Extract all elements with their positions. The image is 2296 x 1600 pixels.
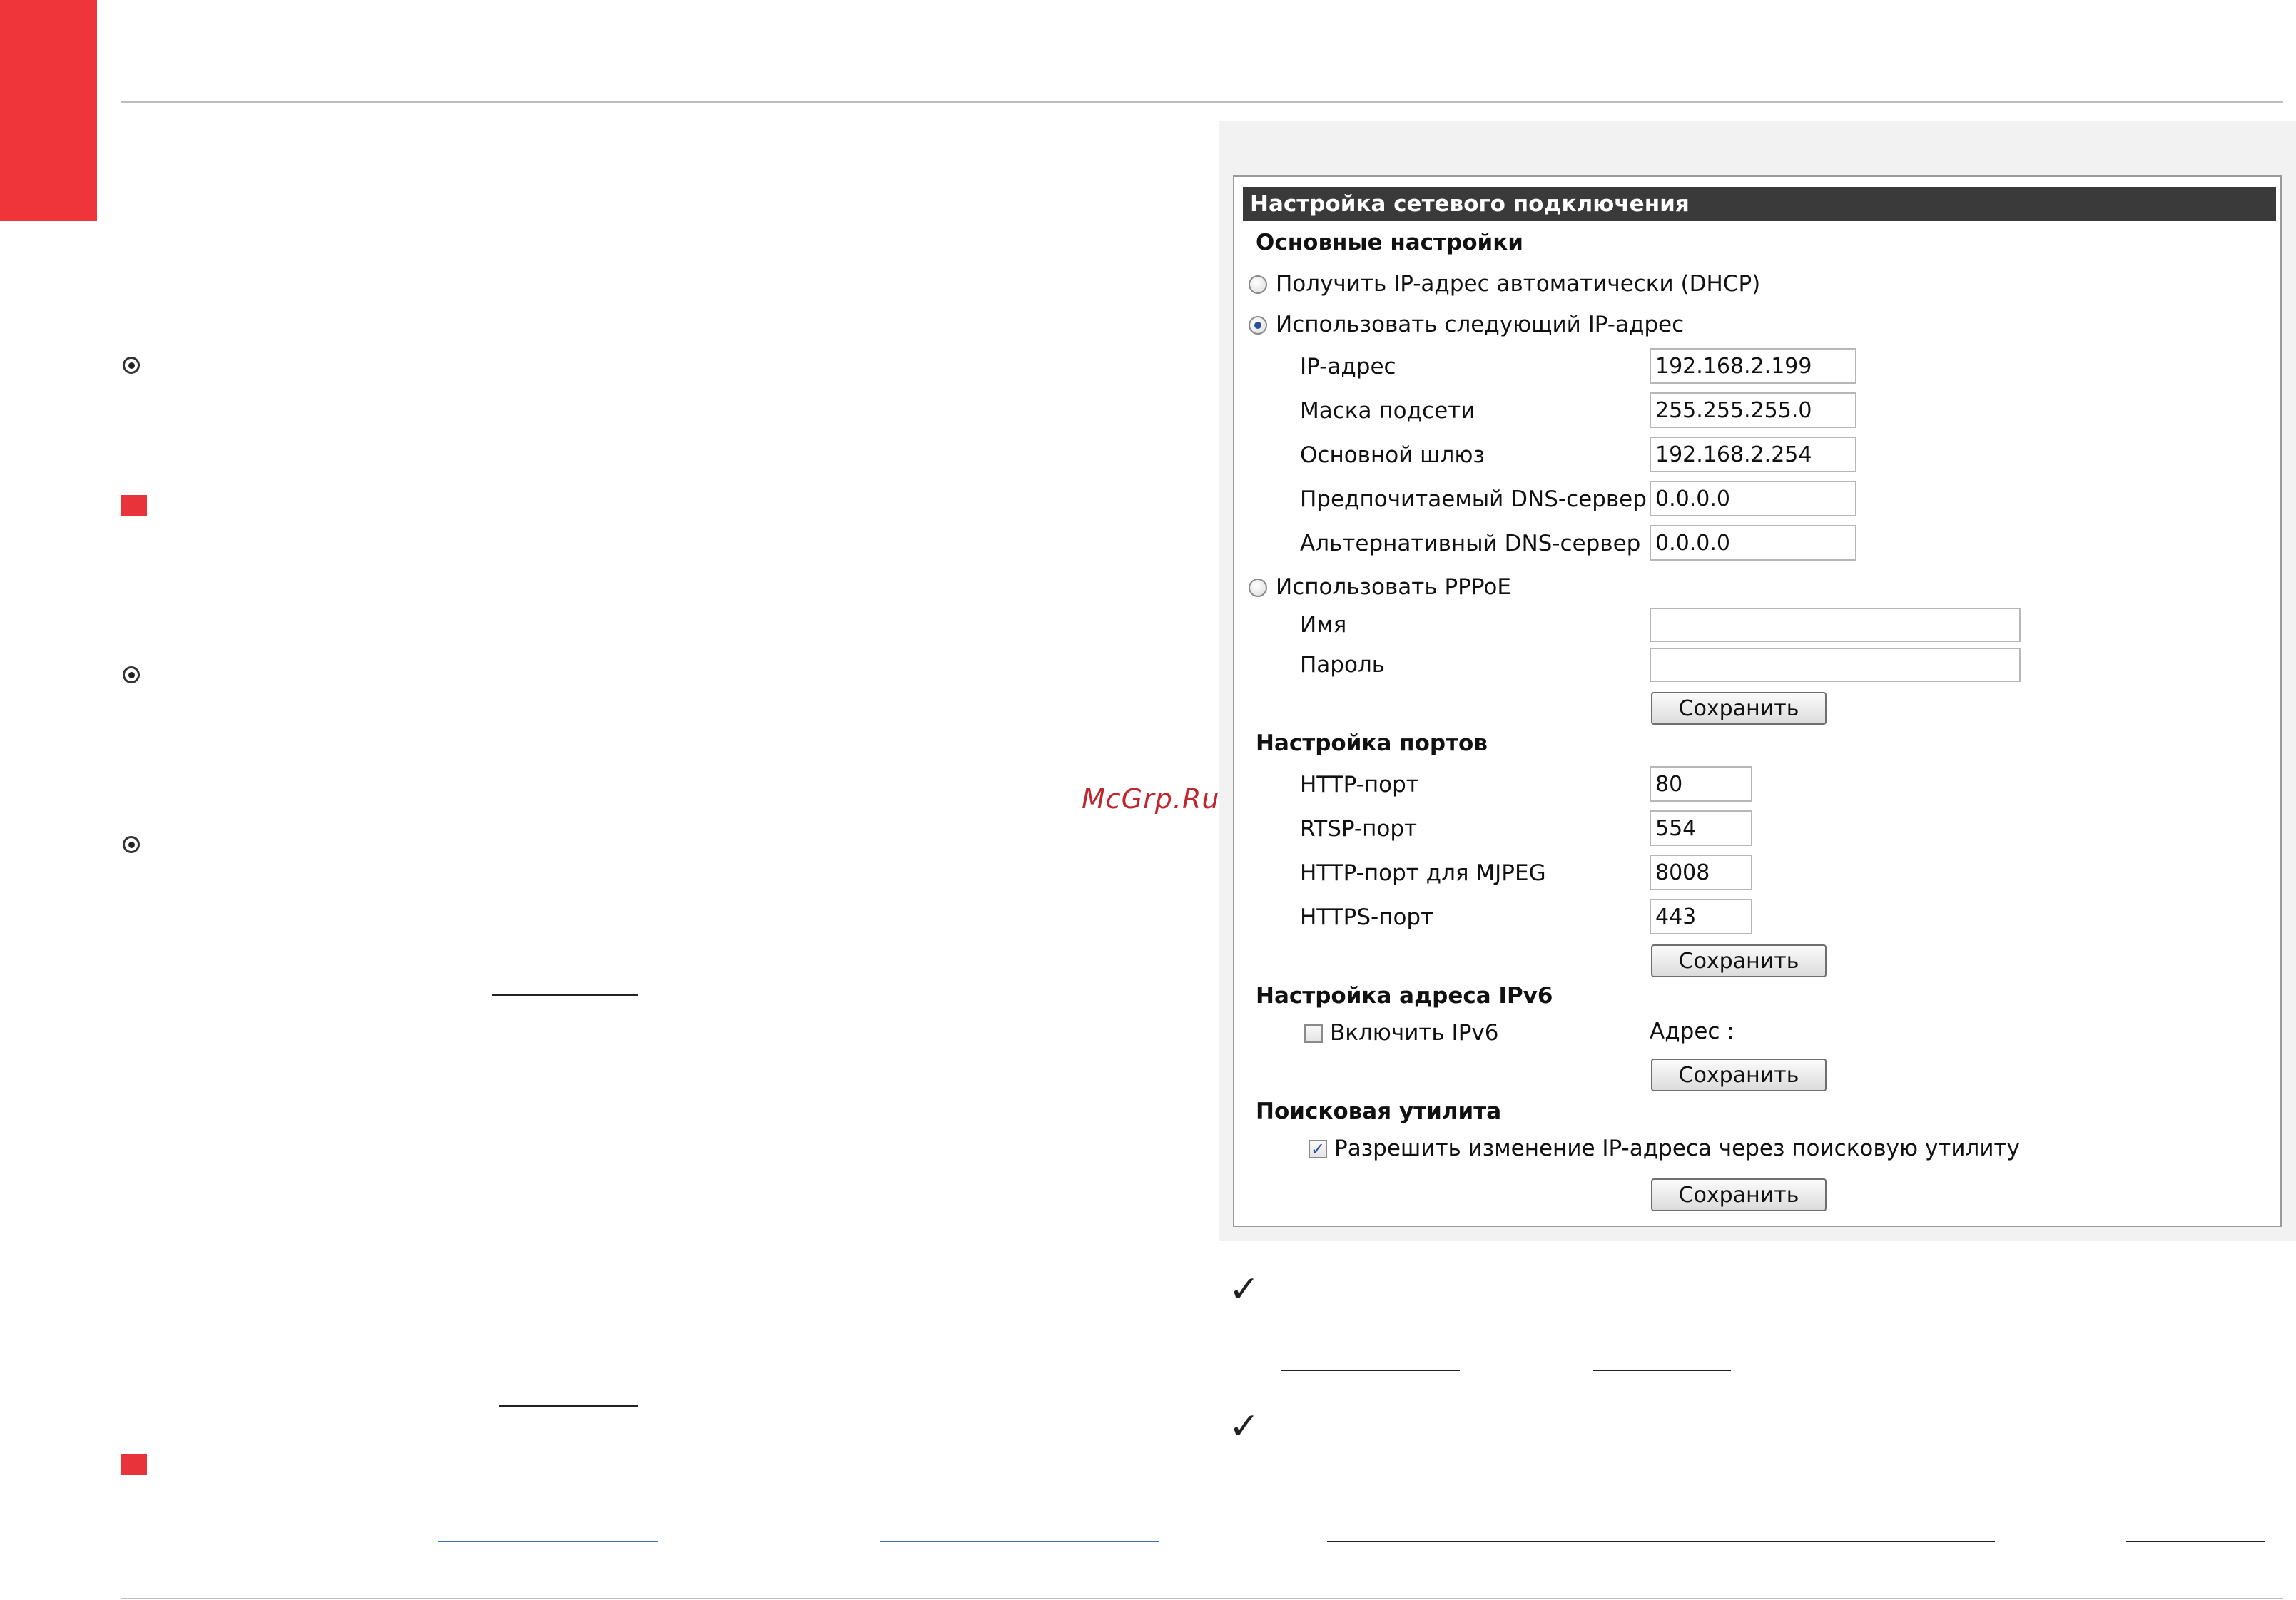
ip-address-input[interactable]: 192.168.2.199 — [1650, 348, 1856, 384]
dns1-label: Предпочитаемый DNS-сервер — [1300, 486, 1647, 512]
allow-search-label[interactable]: Разрешить изменение IP-адреса через поис… — [1334, 1136, 2020, 1161]
bullet-icon — [123, 836, 140, 853]
dhcp-label[interactable]: Получить IP-адрес автоматически (DHCP) — [1276, 271, 1760, 297]
checkmark-icon: ✓ — [1229, 1405, 1260, 1448]
rtsp-port-label: RTSP-порт — [1300, 816, 1418, 842]
pppoe-password-label: Пароль — [1300, 652, 1386, 678]
static-ip-radio[interactable] — [1249, 316, 1267, 335]
basic-save-button[interactable]: Сохранить — [1651, 692, 1827, 725]
checkmark-icon: ✓ — [1229, 1268, 1260, 1311]
static-ip-label[interactable]: Использовать следующий IP-адрес — [1276, 312, 1684, 337]
underline-mark — [492, 994, 638, 996]
link-underline[interactable] — [880, 1541, 1159, 1542]
dns2-label: Альтернативный DNS-сервер — [1300, 531, 1641, 556]
pppoe-label[interactable]: Использовать PPPoE — [1276, 574, 1511, 600]
ip-address-label: IP-адрес — [1300, 354, 1396, 379]
https-port-input[interactable]: 443 — [1650, 899, 1752, 934]
footer-rule — [121, 1598, 2283, 1599]
section-ipv6-heading: Настройка адреса IPv6 — [1256, 983, 1553, 1009]
header-rule — [121, 101, 2283, 103]
bullet-icon — [123, 357, 140, 374]
section-search-heading: Поисковая утилита — [1256, 1099, 1502, 1124]
https-port-label: HTTPS-порт — [1300, 905, 1434, 930]
watermark-text: McGrp.Ru — [1082, 783, 1220, 815]
section-ports-heading: Настройка портов — [1256, 730, 1488, 756]
ports-save-button[interactable]: Сохранить — [1651, 944, 1827, 977]
pppoe-radio[interactable] — [1249, 579, 1267, 597]
allow-search-checkbox[interactable]: ✓ — [1309, 1140, 1327, 1158]
rtsp-port-input[interactable]: 554 — [1650, 810, 1752, 846]
link-underline[interactable] — [438, 1541, 658, 1542]
mjpeg-port-label: HTTP-порт для MJPEG — [1300, 860, 1546, 886]
gateway-label: Основной шлюз — [1300, 442, 1485, 468]
search-save-button[interactable]: Сохранить — [1651, 1178, 1827, 1211]
underline-mark — [1327, 1541, 1995, 1542]
underline-mark — [1593, 1370, 1731, 1371]
mjpeg-port-input[interactable]: 8008 — [1650, 855, 1752, 890]
underline-mark — [2126, 1541, 2265, 1542]
subnet-mask-label: Маска подсети — [1300, 398, 1475, 424]
section-basic-heading: Основные настройки — [1256, 230, 1523, 255]
http-port-label: HTTP-порт — [1300, 772, 1419, 798]
red-corner-tab — [0, 0, 97, 221]
http-port-input[interactable]: 80 — [1650, 766, 1752, 802]
red-square-marker — [121, 1454, 147, 1475]
dns2-input[interactable]: 0.0.0.0 — [1650, 525, 1856, 561]
ipv6-address-label: Адрес : — [1650, 1019, 1734, 1044]
pppoe-name-input[interactable] — [1650, 608, 2021, 642]
ipv6-save-button[interactable]: Сохранить — [1651, 1059, 1827, 1091]
dialog-title: Настройка сетевого подключения — [1243, 187, 2276, 221]
dhcp-radio[interactable] — [1249, 275, 1267, 294]
enable-ipv6-checkbox[interactable] — [1304, 1024, 1323, 1043]
underline-mark — [499, 1405, 638, 1407]
enable-ipv6-label[interactable]: Включить IPv6 — [1330, 1020, 1498, 1046]
bullet-icon — [123, 666, 140, 683]
red-square-marker — [121, 495, 147, 516]
gateway-input[interactable]: 192.168.2.254 — [1650, 437, 1856, 472]
dns1-input[interactable]: 0.0.0.0 — [1650, 481, 1856, 516]
pppoe-name-label: Имя — [1300, 612, 1347, 638]
subnet-mask-input[interactable]: 255.255.255.0 — [1650, 392, 1856, 428]
underline-mark — [1281, 1370, 1460, 1371]
pppoe-password-input[interactable] — [1650, 648, 2021, 682]
